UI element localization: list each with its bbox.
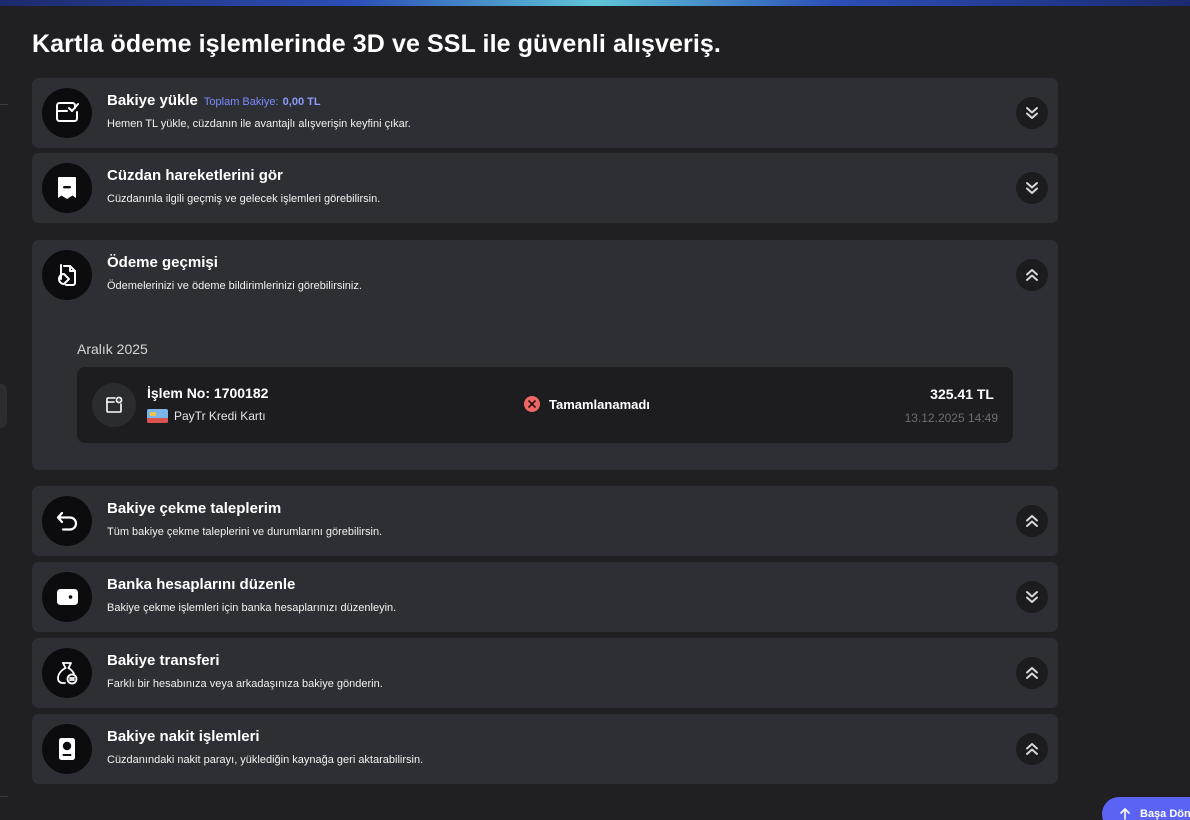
card-title: Cüzdan hareketlerini gör [107,167,283,184]
chevron-double-down-icon[interactable] [1016,581,1048,613]
card-description: Hemen TL yükle, cüzdanın ile avantajlı a… [107,118,411,130]
receipt-icon [42,163,92,213]
error-x-icon [524,396,540,412]
card-title: Bakiye yükle [107,92,198,109]
back-to-top-label: Başa Dön [1140,808,1190,820]
card-header[interactable]: Bakiye transferi Farklı bir hesabınıza v… [32,638,1058,708]
new-window-icon [92,383,136,427]
card-bakiye-cekme[interactable]: Bakiye çekme taleplerim Tüm bakiye çekme… [32,486,1058,556]
money-bag-transfer-icon [42,648,92,698]
chevron-double-down-icon[interactable] [1016,97,1048,129]
card-header[interactable]: Bakiye nakit işlemleri Cüzdanındaki naki… [32,714,1058,784]
transaction-number: İşlem No: 1700182 [147,385,269,401]
card-bakiye-nakit[interactable]: Bakiye nakit işlemleri Cüzdanındaki naki… [32,714,1058,784]
card-title: Bakiye nakit işlemleri [107,728,260,745]
left-divider [0,796,8,797]
chevron-double-up-icon[interactable] [1016,505,1048,537]
transaction-row[interactable]: İşlem No: 1700182 PayTr Kredi Kartı Tama… [77,367,1013,443]
undo-arrow-icon [42,496,92,546]
card-description: Ödemelerinizi ve ödeme bildirimlerinizi … [107,280,362,292]
payment-history-icon [42,250,92,300]
page-title: Kartla ödeme işlemlerinde 3D ve SSL ile … [32,30,721,58]
card-title: Bakiye transferi [107,652,220,669]
payment-method-label: PayTr Kredi Kartı [174,409,266,423]
status-label: Tamamlanamadı [549,396,650,412]
transaction-amount: 325.41 TL [930,386,994,402]
card-odeme-gecmisi[interactable]: Ödeme geçmişi Ödemelerinizi ve ödeme bil… [32,240,1058,470]
status-badge: Tamamlanamadı [524,396,650,412]
card-description: Farklı bir hesabınıza veya arkadaşınıza … [107,678,383,690]
card-header[interactable]: Bakiye çekme taleplerim Tüm bakiye çekme… [32,486,1058,556]
month-label: Aralık 2025 [77,341,148,357]
card-bakiye-yukle[interactable]: Bakiye yükle Toplam Bakiye: 0,00 TL Hemen… [32,78,1058,148]
chevron-double-down-icon[interactable] [1016,172,1048,204]
balance-label: Toplam Bakiye: [203,96,279,108]
wallet-icon [42,572,92,622]
card-description: Cüzdanınla ilgili geçmiş ve gelecek işle… [107,193,381,205]
cash-icon [42,724,92,774]
card-cuzdan-hareketleri[interactable]: Cüzdan hareketlerini gör Cüzdanınla ilgi… [32,153,1058,223]
card-header[interactable]: Bakiye yükle Toplam Bakiye: 0,00 TL Hemen… [32,78,1058,148]
card-title: Bakiye çekme taleplerim [107,500,282,517]
transaction-date: 13.12.2025 14:49 [904,411,998,425]
top-gradient-bar [0,0,1190,6]
card-description: Cüzdanındaki nakit parayı, yüklediğin ka… [107,754,424,766]
card-title: Banka hesaplarını düzenle [107,576,296,593]
chevron-double-up-icon[interactable] [1016,657,1048,689]
wallet-check-icon [42,88,92,138]
payment-method: PayTr Kredi Kartı [147,409,266,423]
card-description: Tüm bakiye çekme taleplerini ve durumlar… [107,526,383,538]
chevron-double-up-icon[interactable] [1016,259,1048,291]
card-header[interactable]: Ödeme geçmişi Ödemelerinizi ve ödeme bil… [32,240,1058,310]
left-divider [0,104,8,105]
chevron-double-up-icon[interactable] [1016,733,1048,765]
credit-card-icon [147,409,168,423]
card-description: Bakiye çekme işlemleri için banka hesapl… [107,602,397,614]
card-header[interactable]: Banka hesaplarını düzenle Bakiye çekme i… [32,562,1058,632]
balance-value: 0,00 TL [282,96,321,108]
card-header[interactable]: Cüzdan hareketlerini gör Cüzdanınla ilgi… [32,153,1058,223]
card-title: Ödeme geçmişi [107,254,218,271]
left-sidebar-handle[interactable] [0,384,7,428]
arrow-up-icon [1120,808,1130,820]
card-banka-hesaplari[interactable]: Banka hesaplarını düzenle Bakiye çekme i… [32,562,1058,632]
card-bakiye-transferi[interactable]: Bakiye transferi Farklı bir hesabınıza v… [32,638,1058,708]
back-to-top-button[interactable]: Başa Dön [1102,797,1190,820]
